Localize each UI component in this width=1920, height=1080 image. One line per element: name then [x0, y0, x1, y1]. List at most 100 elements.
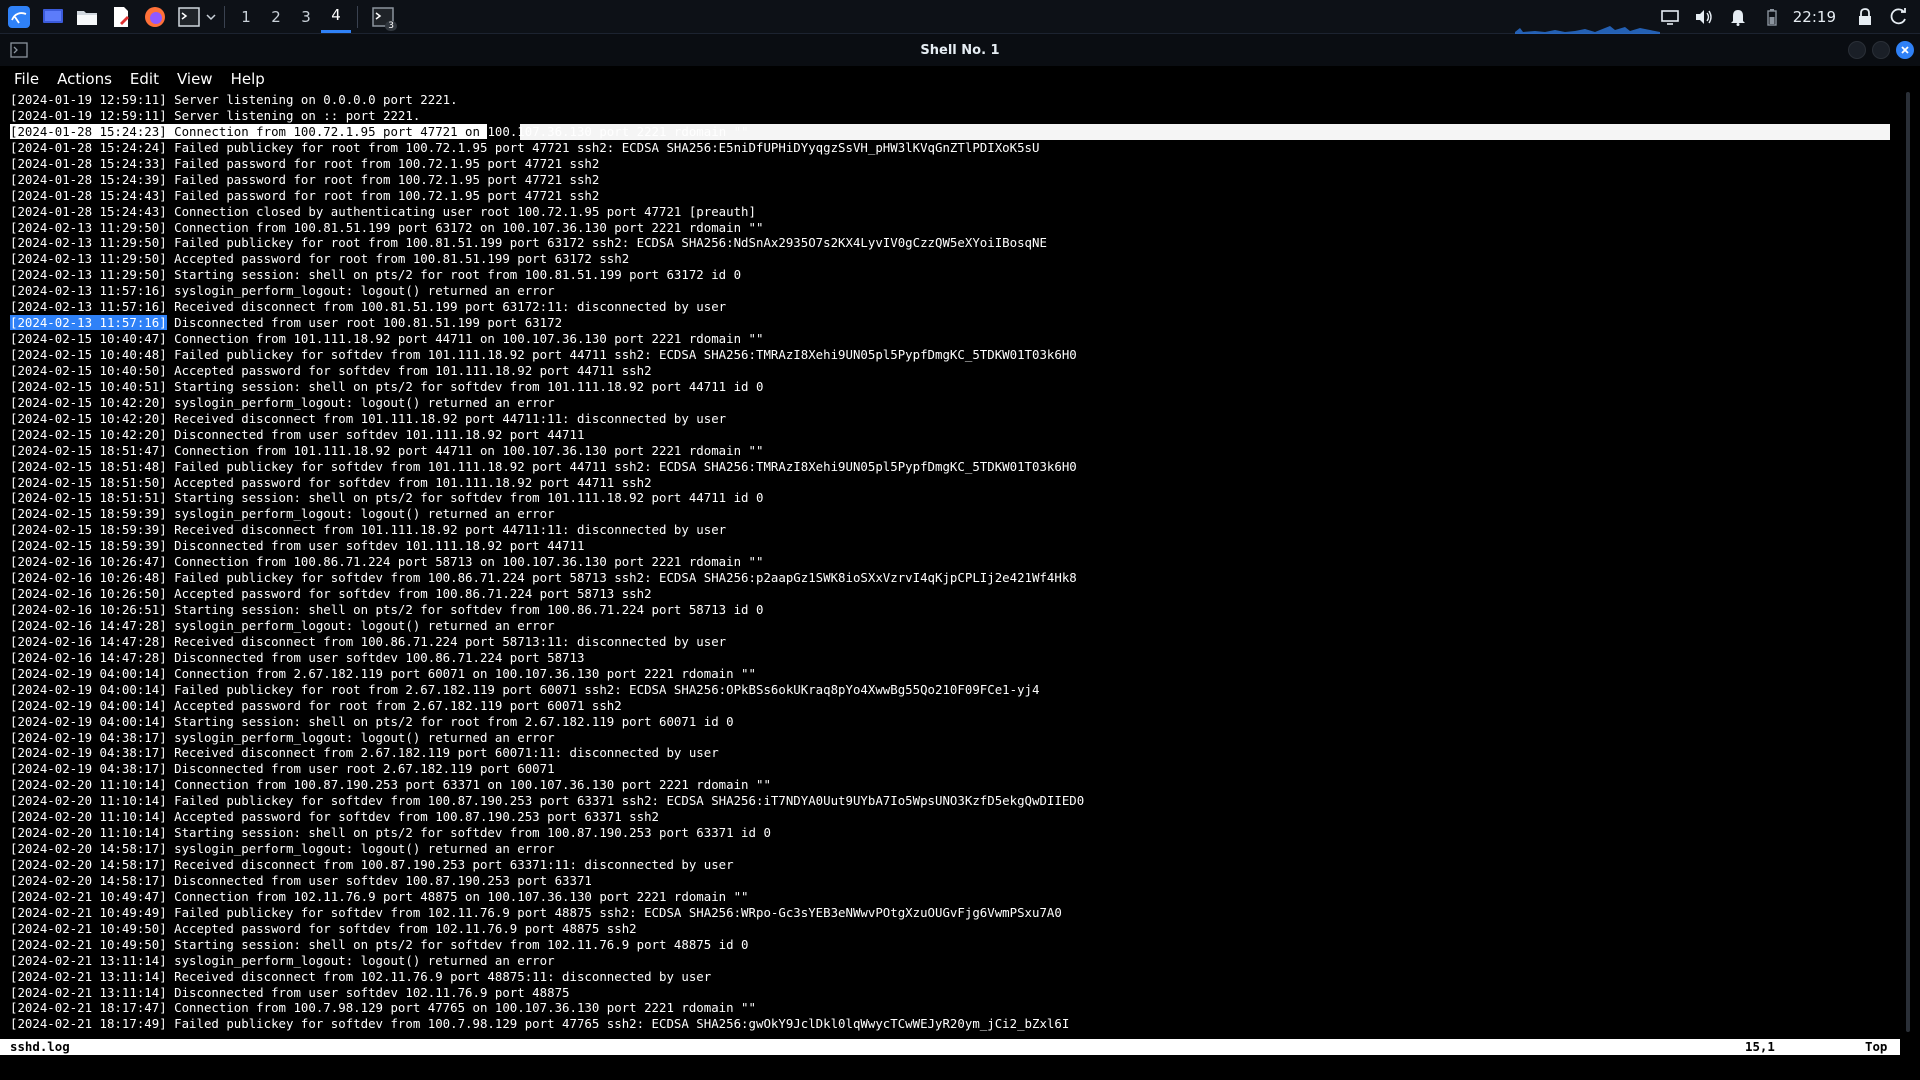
window-title: Shell No. 1: [920, 42, 1000, 58]
status-filename: sshd.log: [10, 1039, 70, 1054]
kali-menu-icon[interactable]: [4, 3, 34, 31]
window-menu-icon[interactable]: [10, 42, 28, 58]
log-line: [2024-02-15 18:51:50] Accepted password …: [10, 474, 652, 490]
log-line: [2024-02-13 11:57:16] Disconnected from …: [10, 315, 1890, 331]
log-line: [2024-02-15 10:42:20] Received disconnec…: [10, 410, 727, 426]
log-line: [2024-02-13 11:29:50] Starting session: …: [10, 267, 742, 283]
log-line: [2024-02-15 10:42:20] Disconnected from …: [10, 426, 585, 442]
menu-edit[interactable]: Edit: [130, 70, 159, 88]
window-titlebar[interactable]: Shell No. 1: [0, 34, 1920, 66]
log-line-rest: 100.107.36.130 port 2221 rdomain "": [487, 123, 749, 139]
log-line: [2024-02-16 10:26:48] Failed publickey f…: [10, 570, 1077, 586]
log-line: [2024-02-15 10:42:20] syslogin_perform_l…: [10, 394, 555, 410]
log-line: [2024-02-21 13:11:14] Disconnected from …: [10, 984, 570, 1000]
log-line: [2024-02-16 14:47:28] Received disconnec…: [10, 633, 727, 649]
vim-statusline: sshd.log 15,1 Top: [0, 1039, 1900, 1055]
workspace-3[interactable]: 3: [291, 1, 321, 33]
lock-icon[interactable]: [1850, 3, 1880, 31]
menu-view[interactable]: View: [177, 70, 213, 88]
log-line: [2024-02-15 10:40:47] Connection from 10…: [10, 331, 764, 347]
volume-icon[interactable]: [1689, 3, 1719, 31]
log-line: [2024-02-15 18:59:39] syslogin_perform_l…: [10, 506, 555, 522]
terminal-output[interactable]: [2024-01-19 12:59:11] Server listening o…: [10, 92, 1890, 1032]
log-line: [2024-02-20 14:58:17] Received disconnec…: [10, 857, 734, 872]
terminal-task-button[interactable]: 3: [368, 3, 398, 31]
taskbar-left: 1 2 3 4 3: [0, 0, 398, 34]
terminal-count-badge: 3: [385, 20, 397, 31]
log-line: [2024-02-19 04:00:14] Starting session: …: [10, 713, 734, 729]
log-line: [2024-02-20 14:58:17] syslogin_perform_l…: [10, 841, 555, 857]
close-button[interactable]: [1896, 41, 1914, 59]
log-line: [2024-02-16 10:26:51] Starting session: …: [10, 602, 764, 617]
log-line: [2024-02-19 04:38:17] Received disconnec…: [10, 745, 719, 761]
log-line: [2024-02-21 10:49:49] Failed publickey f…: [10, 904, 1062, 920]
log-line: [2024-02-21 18:17:47] Connection from 10…: [10, 1000, 756, 1016]
log-line: [2024-02-15 10:40:48] Failed publickey f…: [10, 347, 1077, 362]
log-line: [2024-02-16 10:26:50] Accepted password …: [10, 586, 652, 602]
log-line: [2024-02-15 18:59:39] Disconnected from …: [10, 538, 585, 554]
log-line: [2024-02-19 04:00:14] Connection from 2.…: [10, 665, 756, 681]
scrollbar[interactable]: [1906, 92, 1910, 1032]
log-line-rest: Disconnected from user root 100.81.51.19…: [166, 315, 563, 331]
chevron-down-icon[interactable]: [204, 3, 218, 31]
battery-icon[interactable]: [1757, 3, 1787, 31]
menu-actions[interactable]: Actions: [57, 70, 112, 88]
log-line: [2024-02-21 10:49:50] Accepted password …: [10, 920, 637, 936]
selected-text: [2024-01-28 15:24:23] Connection from 10…: [10, 123, 488, 139]
workspace-2[interactable]: 2: [261, 1, 291, 33]
log-line: [2024-02-19 04:00:14] Accepted password …: [10, 697, 622, 713]
log-line: [2024-02-20 11:10:14] Failed publickey f…: [10, 793, 1085, 809]
workspace-1[interactable]: 1: [231, 1, 261, 33]
network-graph: [1515, 26, 1660, 34]
menu-file[interactable]: File: [14, 70, 39, 88]
taskbar: 1 2 3 4 3 22:19: [0, 0, 1920, 34]
log-line: [2024-02-19 04:38:17] syslogin_perform_l…: [10, 729, 555, 745]
log-line: [2024-01-28 15:24:43] Connection closed …: [10, 203, 756, 219]
notification-bell-icon[interactable]: [1723, 3, 1753, 31]
log-line: [2024-02-15 10:40:50] Accepted password …: [10, 362, 652, 378]
taskbar-separator: [224, 5, 225, 28]
close-icon: [1901, 46, 1909, 54]
log-line: [2024-02-13 11:57:16] syslogin_perform_l…: [10, 283, 555, 299]
log-line: [2024-02-19 04:38:17] Disconnected from …: [10, 761, 555, 777]
log-line: [2024-02-21 18:17:49] Failed publickey f…: [10, 1016, 1070, 1032]
power-refresh-icon[interactable]: [1884, 3, 1914, 31]
terminal-launcher-icon[interactable]: [174, 3, 204, 31]
log-line: [2024-02-13 11:29:50] Accepted password …: [10, 251, 630, 267]
log-line: [2024-02-16 14:47:28] syslogin_perform_l…: [10, 617, 555, 633]
workspace-4[interactable]: 4: [321, 1, 351, 33]
status-scroll-position: Top: [1865, 1039, 1888, 1054]
log-line: [2024-02-13 11:29:50] Connection from 10…: [10, 219, 764, 235]
log-line: [2024-01-28 15:24:39] Failed password fo…: [10, 171, 600, 187]
log-line: [2024-02-21 13:11:14] Received disconnec…: [10, 968, 712, 984]
log-line: [2024-01-19 12:59:11] Server listening o…: [10, 92, 458, 107]
log-line: [2024-02-13 11:29:50] Failed publickey f…: [10, 235, 1047, 251]
log-line: [2024-02-21 10:49:47] Connection from 10…: [10, 888, 749, 904]
log-line: [2024-02-13 11:57:16] Received disconnec…: [10, 299, 727, 315]
minimize-button[interactable]: [1848, 41, 1866, 59]
log-line: [2024-02-15 18:51:48] Failed publickey f…: [10, 458, 1077, 474]
log-line: [2024-01-28 15:24:24] Failed publickey f…: [10, 139, 1040, 155]
log-line: [2024-02-16 14:47:28] Disconnected from …: [10, 649, 585, 665]
log-line: [2024-02-15 10:40:51] Starting session: …: [10, 378, 764, 394]
text-editor-icon[interactable]: [106, 3, 136, 31]
menu-help[interactable]: Help: [231, 70, 265, 88]
cursor-timestamp: [2024-02-13 11:57:16]: [10, 315, 167, 331]
log-line: [2024-02-20 11:10:14] Connection from 10…: [10, 777, 771, 793]
log-line: [2024-01-28 15:24:33] Failed password fo…: [10, 155, 600, 171]
log-line: [2024-01-28 15:24:43] Failed password fo…: [10, 187, 600, 203]
log-line: [2024-02-16 10:26:47] Connection from 10…: [10, 554, 764, 570]
system-tray: 22:19: [1651, 0, 1920, 34]
log-line: [2024-02-20 11:10:14] Accepted password …: [10, 809, 660, 825]
log-line: [2024-02-20 14:58:17] Disconnected from …: [10, 872, 592, 888]
taskbar-separator: [357, 5, 358, 28]
clock[interactable]: 22:19: [1793, 8, 1836, 26]
maximize-button[interactable]: [1872, 41, 1890, 59]
status-cursor-position: 15,1: [1745, 1039, 1775, 1054]
menubar: File Actions Edit View Help: [0, 66, 1920, 92]
log-line: [2024-02-19 04:00:14] Failed publickey f…: [10, 681, 1040, 697]
file-manager-icon[interactable]: [72, 3, 102, 31]
desktop-icon[interactable]: [38, 3, 68, 31]
firefox-icon[interactable]: [140, 3, 170, 31]
log-line: [2024-02-15 18:51:47] Connection from 10…: [10, 442, 764, 458]
